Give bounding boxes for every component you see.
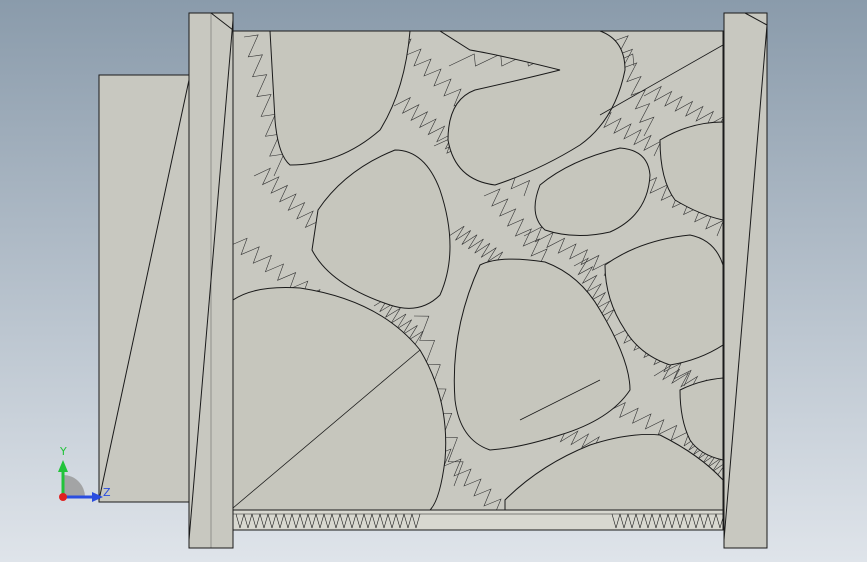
triad-z-label: Z [103, 486, 111, 499]
bottom-mesh-strip [233, 509, 723, 530]
right-flange-plate[interactable] [723, 12, 768, 549]
triad-y-label: Y [59, 445, 67, 458]
back-left-block[interactable] [98, 74, 190, 503]
filter-core-panel[interactable] [229, 30, 727, 531]
left-flange-plate[interactable] [188, 12, 234, 549]
model-viewport[interactable]: Y Z [0, 0, 867, 562]
model-view-canvas[interactable]: Y Z [0, 0, 867, 562]
